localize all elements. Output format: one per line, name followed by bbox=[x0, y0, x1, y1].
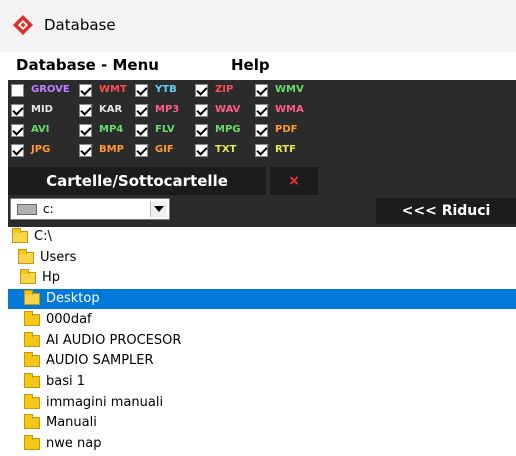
folder-icon bbox=[24, 393, 40, 409]
filetype-label: WMT bbox=[99, 84, 127, 95]
filetype-checkbox[interactable] bbox=[135, 104, 148, 117]
app-logo-icon bbox=[13, 15, 33, 35]
tree-item[interactable]: basi 1 bbox=[8, 372, 498, 392]
folder-tree[interactable]: C:\ Users Hp Desktop 000daf AI AUDIO PROCESOR… bbox=[8, 227, 516, 456]
folder-open-icon bbox=[18, 248, 34, 264]
filetype-label: WAV bbox=[215, 104, 241, 115]
filetype-label: MP4 bbox=[99, 124, 124, 135]
filetype-checkbox[interactable] bbox=[11, 84, 24, 97]
reduce-button[interactable]: <<< Riduci bbox=[376, 198, 516, 224]
folder-icon bbox=[24, 414, 40, 430]
tree-item-label: basi 1 bbox=[46, 373, 86, 389]
filetype-label: WMV bbox=[275, 84, 304, 95]
tree-item-label: AUDIO SAMPLER bbox=[46, 353, 154, 369]
filetype-checkbox[interactable] bbox=[195, 104, 208, 117]
tree-item-label: Desktop bbox=[46, 291, 100, 307]
filetype-checkbox[interactable] bbox=[79, 144, 92, 157]
tree-item-label: C:\ bbox=[34, 229, 52, 244]
chevron-down-icon[interactable] bbox=[150, 201, 167, 217]
menu-bar: Database - Menu Help bbox=[0, 52, 516, 80]
tree-item[interactable]: Desktop bbox=[8, 289, 516, 310]
filetype-checkbox[interactable] bbox=[135, 144, 148, 157]
filetype-label: PDF bbox=[275, 124, 298, 135]
tree-item-label: Hp bbox=[42, 270, 61, 286]
filetype-checkbox[interactable] bbox=[255, 104, 268, 117]
tree-item-label: Manuali bbox=[46, 415, 97, 431]
filetype-checkbox[interactable] bbox=[11, 124, 24, 137]
tree-item[interactable]: AI AUDIO PROCESOR bbox=[8, 331, 498, 351]
filetype-checkbox[interactable] bbox=[195, 84, 208, 97]
filetype-checkbox[interactable] bbox=[255, 124, 268, 137]
filetype-checkbox[interactable] bbox=[79, 104, 92, 117]
tree-item-label: nwe nap bbox=[46, 436, 102, 451]
filetype-label: ZIP bbox=[215, 84, 234, 95]
filetype-checkbox[interactable] bbox=[135, 84, 148, 97]
filetype-label: WMA bbox=[275, 104, 304, 115]
tree-item-label: 000daf bbox=[46, 311, 92, 327]
drive-value: c: bbox=[43, 202, 54, 216]
tree-item[interactable]: 000daf bbox=[8, 310, 498, 330]
filetype-checkbox[interactable] bbox=[79, 84, 92, 97]
folder-icon bbox=[24, 435, 40, 450]
filetype-label: MPG bbox=[215, 124, 241, 135]
window-title: Database bbox=[44, 16, 116, 34]
filetype-label: GROVE bbox=[31, 84, 70, 95]
filetype-label: MID bbox=[31, 104, 53, 115]
tree-item[interactable]: nwe nap bbox=[8, 434, 498, 454]
tree-item[interactable]: Users bbox=[8, 248, 498, 268]
filetype-label: FLV bbox=[155, 124, 175, 135]
filetype-label: GIF bbox=[155, 144, 174, 155]
filetype-checkbox[interactable] bbox=[11, 104, 24, 117]
menu-database[interactable]: Database - Menu bbox=[16, 56, 159, 74]
filetype-checkbox[interactable] bbox=[195, 144, 208, 157]
filetype-label: RTF bbox=[275, 144, 296, 155]
filetype-checkbox[interactable] bbox=[79, 124, 92, 137]
filetype-label: JPG bbox=[31, 144, 51, 155]
menu-help[interactable]: Help bbox=[231, 56, 270, 74]
tree-item-label: immagini manuali bbox=[46, 394, 164, 410]
filetype-checkbox[interactable] bbox=[135, 124, 148, 137]
filetype-label: BMP bbox=[99, 144, 124, 155]
filetype-checkbox[interactable] bbox=[11, 144, 24, 157]
tree-item-label: Users bbox=[40, 249, 77, 265]
folder-icon bbox=[24, 310, 40, 326]
folders-subfolders-button[interactable]: Cartelle/Sottocartelle bbox=[8, 167, 266, 195]
tree-item[interactable]: C:\ bbox=[8, 227, 498, 247]
filetype-label: KAR bbox=[99, 104, 123, 115]
filetype-label: AVI bbox=[31, 124, 50, 135]
tree-item[interactable]: immagini manuali bbox=[8, 393, 498, 413]
drive-select[interactable]: c: bbox=[10, 198, 170, 220]
close-button[interactable]: × bbox=[270, 167, 318, 195]
filetype-label: MP3 bbox=[155, 104, 180, 115]
tree-item[interactable]: Hp bbox=[8, 268, 498, 288]
folder-open-icon bbox=[12, 228, 28, 243]
filetype-checkbox[interactable] bbox=[195, 124, 208, 137]
tree-item[interactable]: Manuali bbox=[8, 413, 498, 433]
folder-open-icon bbox=[20, 269, 36, 285]
tree-item[interactable]: AUDIO SAMPLER bbox=[8, 351, 498, 371]
title-bar: Database bbox=[0, 0, 516, 52]
folder-icon bbox=[24, 331, 40, 347]
folder-icon bbox=[24, 372, 40, 388]
tree-item-label: AI AUDIO PROCESOR bbox=[46, 332, 182, 348]
folder-icon bbox=[24, 352, 40, 368]
filetype-label: YTB bbox=[155, 84, 177, 95]
drive-icon bbox=[17, 204, 37, 215]
folder-open-icon bbox=[24, 290, 40, 306]
filetype-label: TXT bbox=[215, 144, 237, 155]
filetype-checkbox[interactable] bbox=[255, 84, 268, 97]
filetype-checkbox[interactable] bbox=[255, 144, 268, 157]
